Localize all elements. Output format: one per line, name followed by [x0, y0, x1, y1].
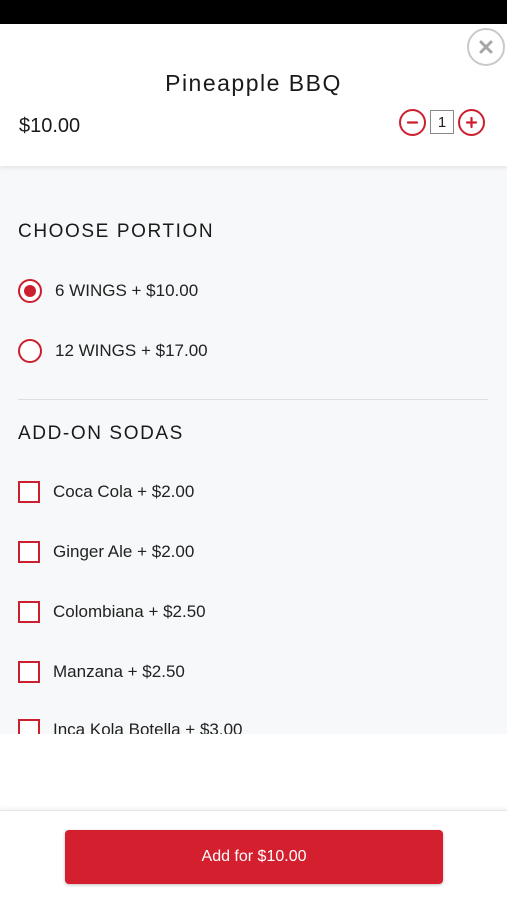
portion-section-title: CHOOSE PORTION — [18, 221, 215, 242]
decrease-quantity-button[interactable] — [399, 108, 426, 136]
portion-option-6-wings[interactable]: 6 WINGS + $10.00 — [18, 279, 198, 303]
checkbox[interactable] — [18, 719, 40, 734]
soda-option-manzana[interactable]: Manzana + $2.50 — [18, 661, 185, 683]
portion-option-12-wings[interactable]: 12 WINGS + $17.00 — [18, 339, 208, 363]
footer-spacer — [0, 734, 507, 810]
add-to-order-button[interactable]: Add for $10.00 — [65, 830, 443, 884]
close-icon — [479, 40, 493, 54]
status-bar — [0, 0, 507, 24]
footer-bar: Add for $10.00 — [0, 810, 507, 900]
radio-button-selected[interactable] — [18, 279, 42, 303]
sodas-section-title: ADD-ON SODAS — [18, 423, 184, 444]
radio-button[interactable] — [18, 339, 42, 363]
increase-quantity-button[interactable] — [458, 108, 485, 136]
item-title: Pineapple BBQ — [165, 70, 342, 96]
soda-option-label: Manzana + $2.50 — [53, 662, 185, 681]
checkbox[interactable] — [18, 541, 40, 563]
soda-option-label: Ginger Ale + $2.00 — [53, 542, 195, 561]
item-price: $10.00 — [19, 115, 81, 137]
checkbox[interactable] — [18, 661, 40, 683]
plus-icon — [465, 116, 478, 128]
item-header: Pineapple BBQ $10.00 1 — [0, 24, 507, 166]
portion-option-label: 12 WINGS + $17.00 — [55, 341, 208, 360]
quantity-value[interactable]: 1 — [430, 110, 454, 134]
soda-option-coca-cola[interactable]: Coca Cola + $2.00 — [18, 481, 194, 503]
portion-option-label: 6 WINGS + $10.00 — [55, 281, 199, 300]
radio-selected-dot — [24, 285, 36, 297]
soda-option-label: Coca Cola + $2.00 — [53, 482, 195, 501]
soda-option-inca-kola[interactable]: Inca Kola Botella + $3.00 — [18, 719, 243, 734]
soda-option-ginger-ale[interactable]: Ginger Ale + $2.00 — [18, 541, 194, 563]
soda-option-colombiana[interactable]: Colombiana + $2.50 — [18, 601, 206, 623]
close-button[interactable] — [467, 28, 505, 66]
soda-option-label: Inca Kola Botella + $3.00 — [53, 720, 243, 734]
section-divider — [18, 399, 488, 400]
options-panel: CHOOSE PORTION 6 WINGS + $10.00 12 WINGS… — [0, 166, 507, 734]
minus-icon — [406, 120, 419, 124]
soda-option-label: Colombiana + $2.50 — [53, 602, 206, 621]
quantity-stepper: 1 — [399, 108, 485, 136]
checkbox[interactable] — [18, 481, 40, 503]
checkbox[interactable] — [18, 601, 40, 623]
